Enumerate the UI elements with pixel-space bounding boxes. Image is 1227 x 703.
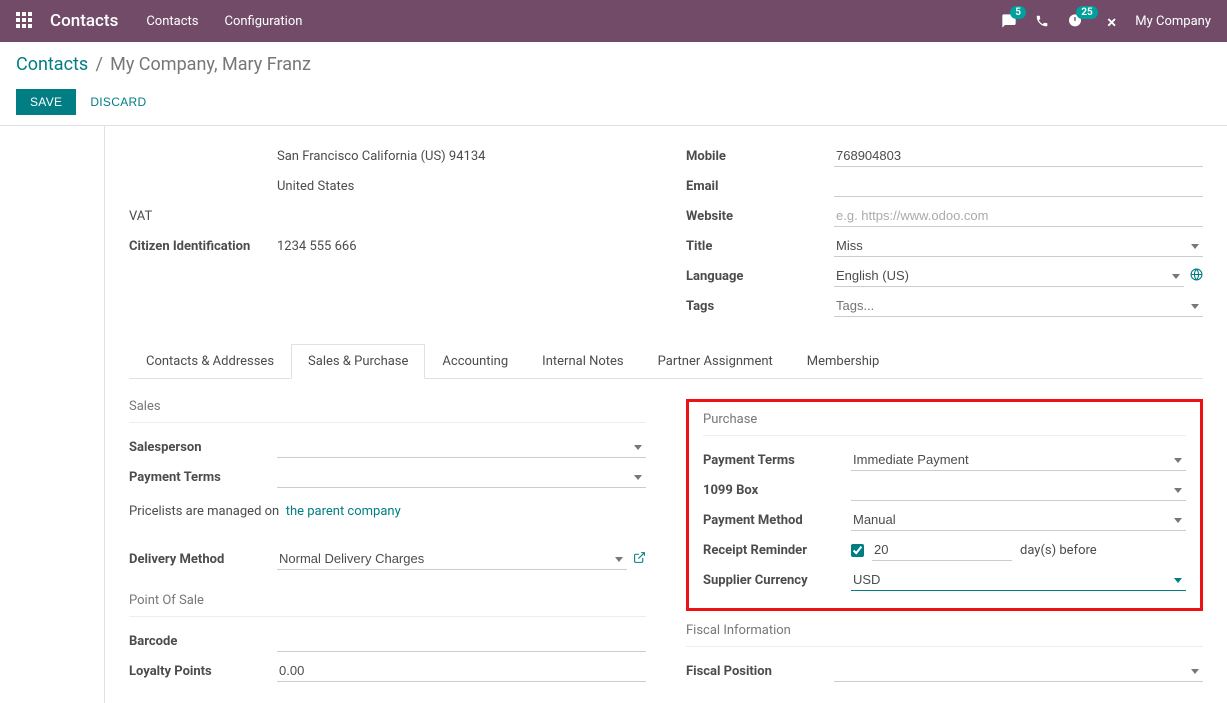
phone-icon[interactable] bbox=[1035, 14, 1049, 28]
address-line2: United States bbox=[277, 177, 646, 196]
tab-accounting[interactable]: Accounting bbox=[425, 344, 525, 379]
loyalty-label: Loyalty Points bbox=[129, 664, 277, 679]
supplier-currency-select[interactable] bbox=[851, 569, 1186, 591]
tab-membership[interactable]: Membership bbox=[790, 344, 897, 379]
receipt-reminder-days-input[interactable] bbox=[872, 539, 1012, 561]
payment-method-label: Payment Method bbox=[703, 513, 851, 528]
sales-payment-terms-select[interactable] bbox=[277, 466, 646, 488]
purchase-highlight-box: Purchase Payment Terms 1099 Box Payment … bbox=[686, 399, 1203, 611]
tags-label: Tags bbox=[686, 299, 834, 314]
loyalty-input[interactable] bbox=[277, 660, 646, 682]
language-select[interactable] bbox=[834, 265, 1184, 287]
activity-badge: 25 bbox=[1076, 6, 1097, 19]
external-link-icon[interactable] bbox=[633, 551, 646, 568]
tab-contacts-addresses[interactable]: Contacts & Addresses bbox=[129, 344, 291, 379]
mobile-label: Mobile bbox=[686, 149, 834, 164]
nav-link-configuration[interactable]: Configuration bbox=[224, 14, 302, 29]
breadcrumb: Contacts / My Company, Mary Franz bbox=[0, 42, 1227, 79]
language-label: Language bbox=[686, 269, 834, 284]
mobile-input[interactable] bbox=[834, 145, 1203, 167]
save-button[interactable]: SAVE bbox=[16, 89, 76, 115]
settings-icon[interactable] bbox=[1101, 13, 1117, 29]
messaging-icon[interactable]: 5 bbox=[1001, 13, 1017, 29]
email-input[interactable] bbox=[834, 175, 1203, 197]
email-label: Email bbox=[686, 179, 834, 194]
citizen-id-value: 1234 555 666 bbox=[277, 239, 357, 254]
box1099-select[interactable] bbox=[851, 479, 1186, 501]
tab-internal-notes[interactable]: Internal Notes bbox=[525, 344, 640, 379]
title-label: Title bbox=[686, 239, 834, 254]
sales-section-title: Sales bbox=[129, 399, 646, 414]
nav-link-contacts[interactable]: Contacts bbox=[146, 14, 198, 29]
tabs: Contacts & Addresses Sales & Purchase Ac… bbox=[129, 344, 1203, 379]
tab-partner-assignment[interactable]: Partner Assignment bbox=[641, 344, 790, 379]
globe-icon[interactable] bbox=[1190, 268, 1203, 285]
delivery-method-label: Delivery Method bbox=[129, 552, 277, 567]
purchase-section-title: Purchase bbox=[703, 412, 1186, 427]
fiscal-position-label: Fiscal Position bbox=[686, 664, 834, 679]
sales-payment-terms-label: Payment Terms bbox=[129, 470, 277, 485]
salesperson-label: Salesperson bbox=[129, 440, 277, 455]
website-input[interactable] bbox=[834, 205, 1203, 227]
purchase-payment-terms-label: Payment Terms bbox=[703, 453, 851, 468]
pos-section-title: Point Of Sale bbox=[129, 593, 646, 608]
receipt-reminder-checkbox[interactable] bbox=[851, 544, 864, 557]
delivery-method-select[interactable] bbox=[277, 548, 627, 570]
pricelists-note: Pricelists are managed on bbox=[129, 504, 279, 519]
receipt-reminder-suffix: day(s) before bbox=[1020, 543, 1097, 558]
brand-title[interactable]: Contacts bbox=[50, 11, 118, 31]
breadcrumb-root[interactable]: Contacts bbox=[16, 54, 88, 75]
address-line1: San Francisco California (US) 94134 bbox=[277, 147, 646, 166]
fiscal-section-title: Fiscal Information bbox=[686, 623, 1203, 638]
messaging-badge: 5 bbox=[1010, 6, 1026, 19]
tags-input[interactable] bbox=[834, 295, 1203, 317]
box1099-label: 1099 Box bbox=[703, 483, 851, 498]
apps-icon[interactable] bbox=[16, 12, 34, 30]
action-bar: SAVE DISCARD bbox=[0, 79, 1227, 126]
title-select[interactable] bbox=[834, 235, 1203, 257]
breadcrumb-leaf: My Company, Mary Franz bbox=[110, 54, 311, 75]
activity-icon[interactable]: 25 bbox=[1067, 13, 1083, 29]
salesperson-select[interactable] bbox=[277, 436, 646, 458]
payment-method-select[interactable] bbox=[851, 509, 1186, 531]
purchase-payment-terms-select[interactable] bbox=[851, 449, 1186, 471]
top-nav: Contacts Contacts Configuration 5 25 My … bbox=[0, 0, 1227, 42]
barcode-label: Barcode bbox=[129, 634, 277, 649]
tab-sales-purchase[interactable]: Sales & Purchase bbox=[291, 344, 425, 379]
breadcrumb-sep: / bbox=[95, 54, 102, 75]
supplier-currency-label: Supplier Currency bbox=[703, 573, 851, 588]
parent-company-link[interactable]: the parent company bbox=[286, 504, 401, 519]
receipt-reminder-label: Receipt Reminder bbox=[703, 543, 851, 558]
website-label: Website bbox=[686, 209, 834, 224]
fiscal-position-select[interactable] bbox=[834, 660, 1203, 682]
discard-button[interactable]: DISCARD bbox=[90, 95, 146, 109]
left-gutter bbox=[0, 126, 105, 703]
vat-label: VAT bbox=[129, 209, 277, 224]
citizen-id-label: Citizen Identification bbox=[129, 239, 277, 254]
barcode-input[interactable] bbox=[277, 630, 646, 652]
company-selector[interactable]: My Company bbox=[1135, 14, 1211, 29]
